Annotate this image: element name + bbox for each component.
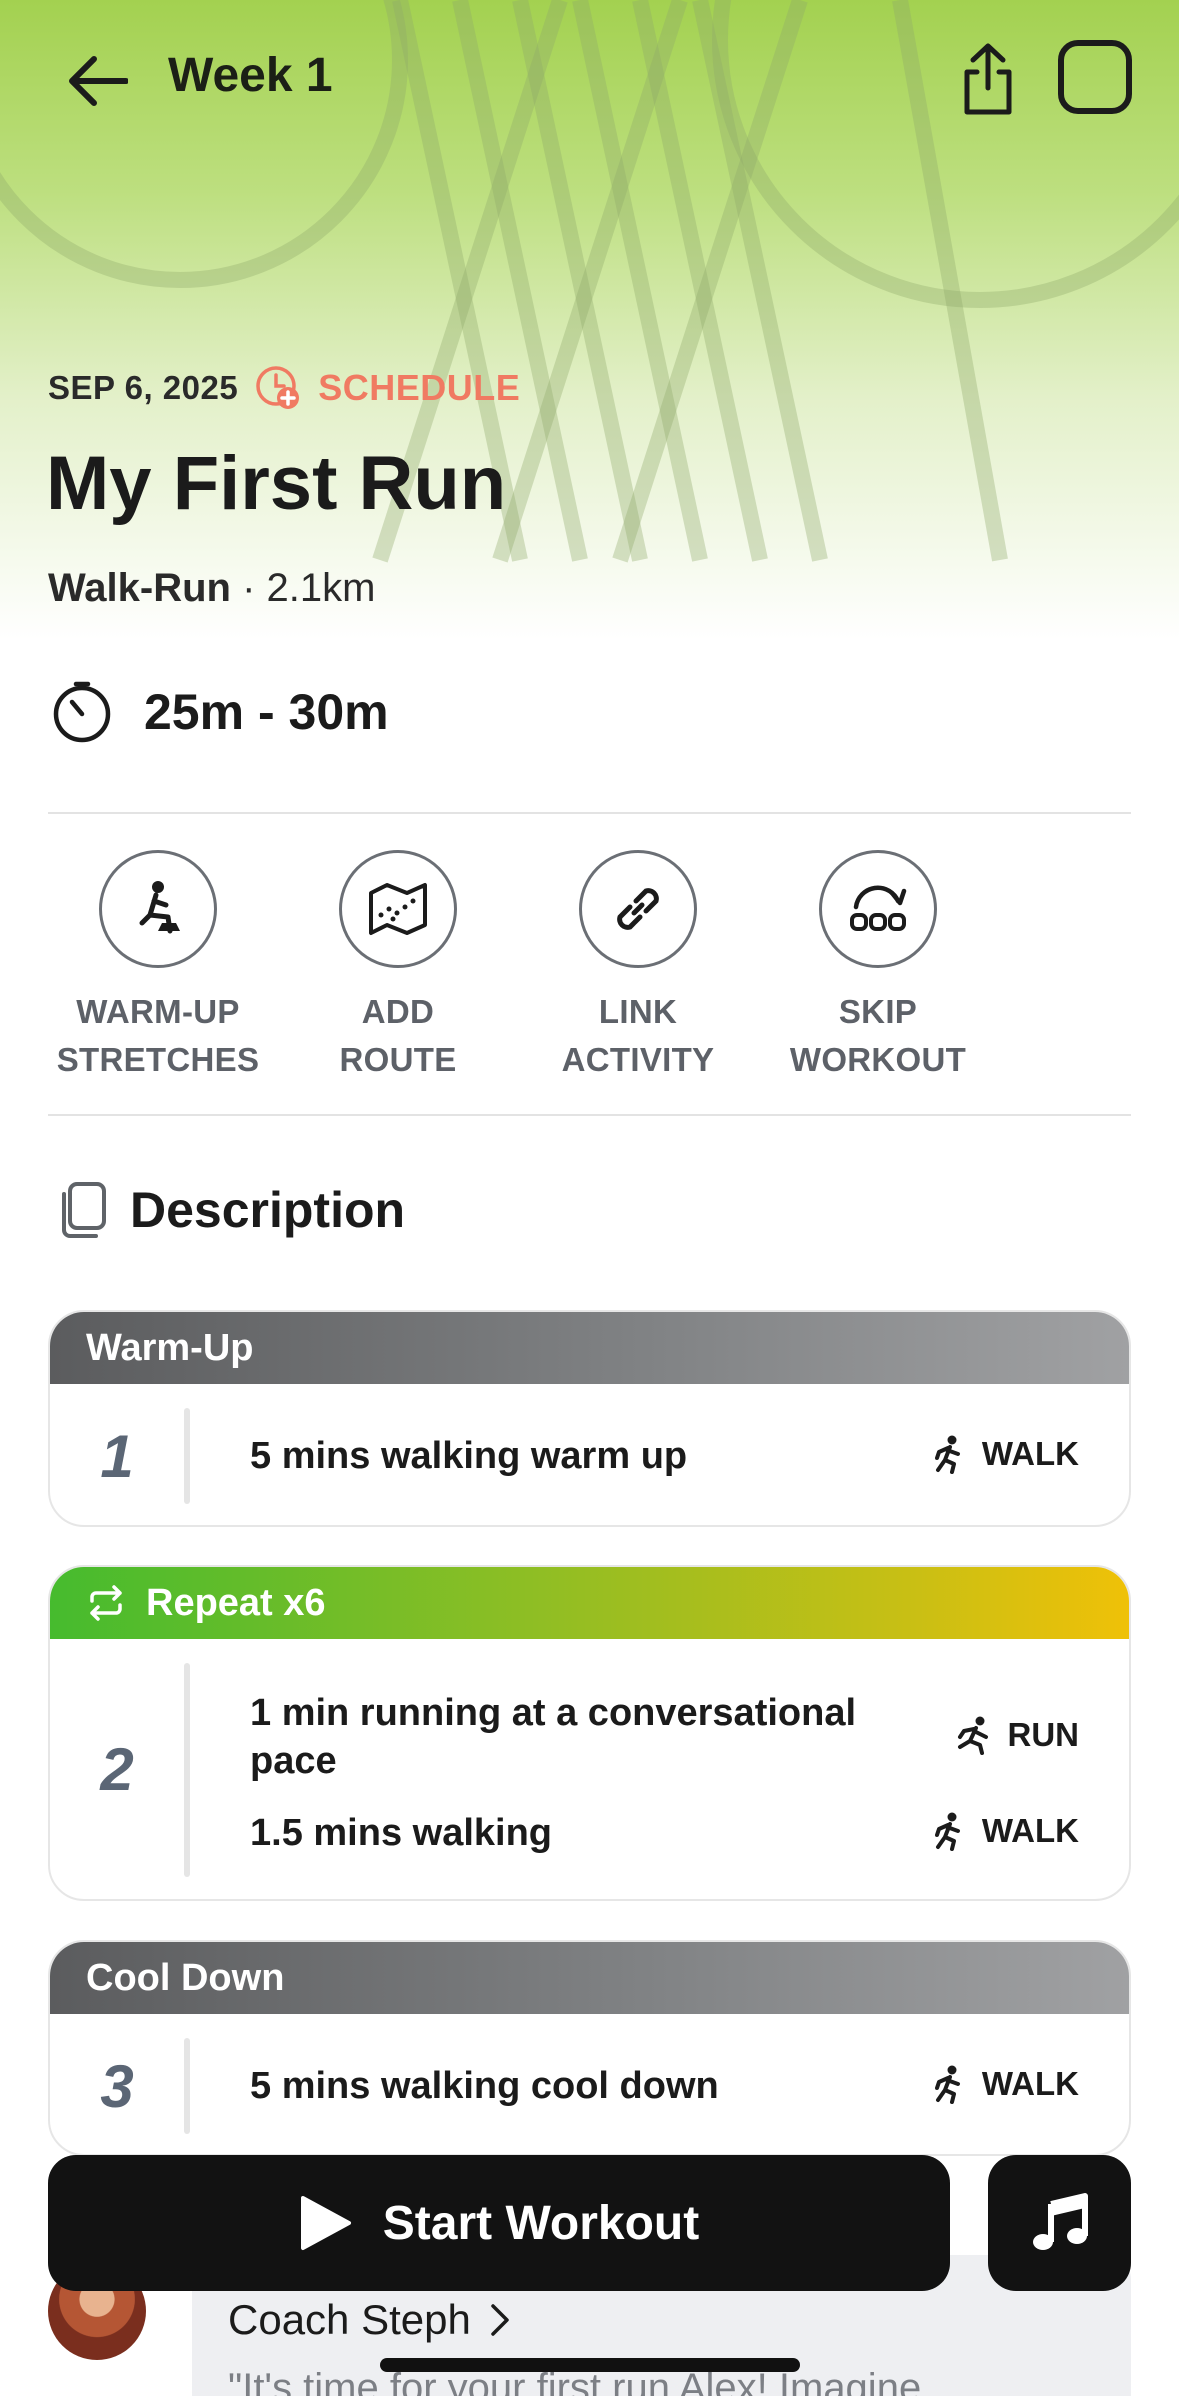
chevron-right-icon — [491, 2304, 509, 2336]
tag-label: WALK — [981, 1435, 1079, 1472]
date-row: SEP 6, 2025 SCHEDULE — [48, 364, 520, 412]
warmup-card: Warm-Up 1 5 mins walking warm up WALK — [48, 1310, 1131, 1527]
step-text: 1 min running at a conversational pace — [250, 1692, 857, 1782]
segment-header: Warm-Up — [50, 1312, 1129, 1384]
schedule-link[interactable]: SCHEDULE — [318, 367, 520, 409]
play-icon — [300, 2196, 351, 2250]
back-button[interactable] — [52, 36, 142, 126]
step-divider — [184, 1408, 190, 1504]
segment-header: Repeat x6 — [50, 1567, 1129, 1639]
link-activity-button[interactable]: LINK ACTIVITY — [528, 850, 748, 1084]
step-divider — [184, 1663, 190, 1877]
cooldown-card: Cool Down 3 5 mins walking cool down WAL… — [48, 1940, 1131, 2156]
walk-icon — [934, 1435, 960, 1474]
activity-tag: WALK — [928, 1434, 1079, 1474]
segment-header: Cool Down — [50, 1942, 1129, 2014]
start-workout-label: Start Workout — [382, 2196, 700, 2250]
top-bar: Week 1 — [0, 0, 1179, 160]
music-note-icon — [1032, 2193, 1088, 2250]
tag-label: WALK — [981, 2065, 1079, 2102]
share-button[interactable] — [948, 34, 1028, 124]
add-route-button[interactable]: ADD ROUTE — [288, 850, 508, 1084]
action-row: WARM-UP STRETCHES ADD ROUTE LINK ACTIVIT… — [48, 850, 1131, 1080]
coach-name: Coach Steph — [228, 2296, 471, 2343]
step-number: 2 — [100, 1736, 134, 1803]
step-text: 1.5 mins walking — [250, 1812, 552, 1854]
start-workout-button[interactable]: Start Workout — [48, 2155, 950, 2291]
segment-body: 3 5 mins walking cool down WALK — [50, 2014, 1129, 2154]
timer-icon — [53, 681, 111, 743]
segment-body: 2 1 min running at a conversational pace… — [50, 1639, 1129, 1899]
copy-icon — [62, 1182, 106, 1238]
duration-value: 25m - 30m — [144, 684, 389, 740]
step-text: 5 mins walking warm up — [250, 1435, 688, 1477]
workout-type: Walk-Run — [48, 566, 231, 610]
step-divider — [184, 2038, 190, 2134]
duration-row: 25m - 30m — [50, 680, 389, 744]
step-number: 3 — [100, 2053, 134, 2120]
description-header: Description — [56, 1180, 405, 1240]
workout-subtitle: Walk-Run · 2.1km — [48, 566, 375, 611]
coach-name-link[interactable]: Coach Steph — [228, 2296, 511, 2344]
skip-workout-button[interactable]: SKIP WORKOUT — [768, 850, 988, 1084]
tag-label: RUN — [1007, 1716, 1080, 1753]
skip-icon — [819, 850, 937, 968]
segment-body: 1 5 mins walking warm up WALK — [50, 1384, 1129, 1525]
home-indicator — [380, 2358, 800, 2372]
page-title: Week 1 — [168, 49, 333, 102]
step-text: 5 mins walking cool down — [250, 2065, 719, 2107]
divider — [48, 1114, 1131, 1116]
action-label: WARM-UP STRETCHES — [56, 993, 260, 1078]
arrow-left-icon — [69, 56, 128, 106]
segment-header-label: Repeat x6 — [146, 1581, 326, 1624]
stretch-icon — [99, 850, 217, 968]
action-label: ADD ROUTE — [339, 993, 457, 1078]
calendar-add-icon[interactable] — [254, 364, 302, 412]
action-label: SKIP WORKOUT — [789, 993, 967, 1078]
action-label: LINK ACTIVITY — [561, 993, 715, 1078]
workout-distance: · 2.1km — [230, 566, 376, 610]
tag-label: WALK — [981, 1812, 1079, 1849]
activity-tag: WALK — [928, 2064, 1079, 2104]
activity-tag: WALK — [928, 1811, 1079, 1851]
walk-icon — [934, 1812, 960, 1851]
walk-icon — [934, 2065, 960, 2104]
link-icon — [579, 850, 697, 968]
workout-date: SEP 6, 2025 — [48, 369, 239, 406]
activity-tag: RUN — [954, 1715, 1080, 1755]
map-icon — [339, 850, 457, 968]
divider — [48, 812, 1131, 814]
music-button[interactable] — [988, 2155, 1131, 2291]
description-title: Description — [130, 1182, 406, 1238]
workout-title: My First Run — [46, 441, 507, 526]
run-icon — [957, 1716, 988, 1755]
warmup-stretches-button[interactable]: WARM-UP STRETCHES — [48, 850, 268, 1084]
complete-checkbox[interactable] — [1058, 40, 1132, 114]
repeat-card: Repeat x6 2 1 min running at a conversat… — [48, 1565, 1131, 1901]
step-number: 1 — [100, 1423, 134, 1490]
share-icon — [964, 43, 1012, 115]
repeat-icon — [90, 1585, 122, 1621]
